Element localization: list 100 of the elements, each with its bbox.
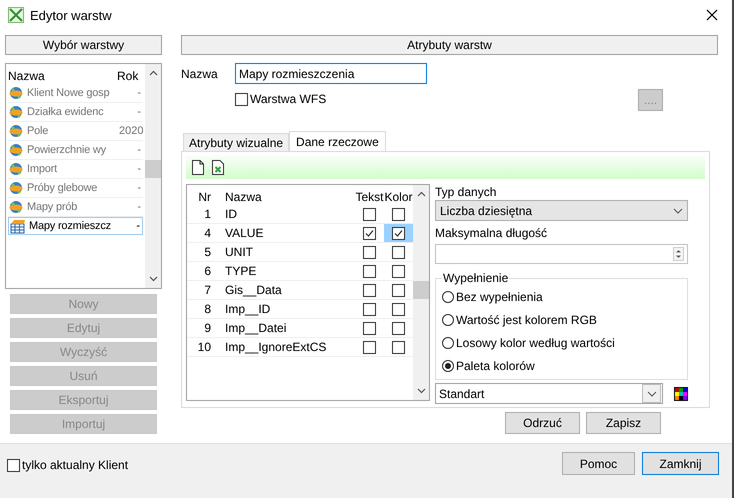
table-cell[interactable] bbox=[384, 224, 413, 242]
layer-name: Klient Nowe gosp bbox=[27, 87, 110, 99]
table-cell-text: Imp__ID bbox=[224, 302, 272, 316]
close-icon bbox=[706, 9, 718, 21]
table-icon bbox=[10, 218, 25, 234]
layer-name: Działka ewidenc bbox=[27, 106, 104, 118]
checkbox[interactable] bbox=[392, 284, 405, 296]
checkbox[interactable] bbox=[392, 208, 405, 220]
dropdown-icon bbox=[673, 208, 683, 214]
checkbox-label: Warstwa WFS bbox=[250, 92, 326, 106]
table-cell-text: 9 bbox=[203, 321, 211, 335]
layer-row[interactable]: Próby glebowe - bbox=[8, 179, 143, 198]
radio-label: Losowy kolor według wartości bbox=[456, 336, 615, 350]
table-cell-text: Imp__IgnoreExtCS bbox=[224, 340, 328, 354]
radio-label: Wartość jest kolorem RGB bbox=[456, 312, 597, 326]
checkbox[interactable] bbox=[392, 302, 405, 316]
column-header: Nr bbox=[197, 190, 211, 204]
dropdown-icon bbox=[646, 390, 656, 396]
action-button[interactable]: Zapisz bbox=[586, 412, 661, 434]
layer-year: - bbox=[136, 106, 142, 118]
column-header: Kolor bbox=[384, 189, 413, 205]
new-document-icon[interactable] bbox=[192, 160, 204, 174]
tab[interactable]: Atrybuty wizualne bbox=[183, 133, 290, 151]
check-icon bbox=[364, 228, 375, 238]
checkbox[interactable] bbox=[363, 340, 376, 354]
color-palette-icon[interactable] bbox=[674, 386, 688, 400]
layer-name: Import bbox=[27, 163, 58, 175]
tab[interactable]: Dane rzeczowe bbox=[289, 131, 386, 151]
globe-icon bbox=[9, 200, 23, 214]
globe-icon bbox=[9, 181, 23, 195]
scroll-thumb[interactable] bbox=[145, 160, 161, 178]
checkbox[interactable] bbox=[363, 246, 376, 258]
scroll-down-icon bbox=[416, 388, 426, 394]
wfs-checkbox[interactable] bbox=[235, 92, 248, 106]
dialog-button[interactable]: Pomoc bbox=[562, 452, 635, 475]
table-cell-text: Gis__Data bbox=[224, 283, 283, 297]
table-cell-text: Imp__Datei bbox=[224, 321, 288, 335]
radio-button[interactable] bbox=[442, 336, 454, 348]
number-field[interactable] bbox=[435, 244, 688, 264]
layer-year: - bbox=[136, 163, 142, 175]
layer-name: Mapy prób bbox=[27, 201, 78, 213]
delete-document-icon[interactable] bbox=[212, 160, 224, 174]
name-field[interactable]: Mapy rozmieszczenia bbox=[235, 63, 427, 84]
checkbox[interactable] bbox=[363, 226, 376, 240]
checkbox[interactable] bbox=[363, 284, 376, 296]
table-cell-text: ID bbox=[224, 207, 238, 221]
table-cell-text: 8 bbox=[203, 302, 211, 316]
checkbox[interactable] bbox=[363, 322, 376, 334]
globe-icon bbox=[9, 124, 23, 138]
column-header: Tekst bbox=[355, 189, 384, 205]
checkbox[interactable] bbox=[392, 226, 405, 240]
layer-year: 2020 bbox=[119, 125, 143, 137]
layer-year: - bbox=[135, 220, 141, 232]
layer-row[interactable]: Import - bbox=[8, 160, 143, 179]
check-icon bbox=[393, 228, 404, 238]
table-cell-text: TYPE bbox=[224, 264, 258, 278]
checkbox[interactable] bbox=[363, 264, 376, 278]
radio-button[interactable] bbox=[442, 360, 454, 372]
table-cell-text: 4 bbox=[203, 226, 211, 240]
layer-year: - bbox=[136, 144, 142, 156]
checkbox[interactable] bbox=[392, 264, 405, 278]
column-header: Rok bbox=[117, 68, 140, 82]
scrollbar[interactable] bbox=[145, 64, 161, 288]
scrollbar[interactable] bbox=[413, 185, 429, 400]
app-icon bbox=[8, 7, 24, 23]
section-header: Wybór warstwy bbox=[5, 35, 162, 55]
data-type-dropdown[interactable]: Liczba dziesiętna bbox=[435, 200, 688, 221]
radio-button[interactable] bbox=[442, 314, 454, 326]
checkbox[interactable] bbox=[392, 340, 405, 354]
field-label: Nazwa bbox=[181, 66, 219, 80]
layer-row[interactable]: Pole 2020 bbox=[8, 122, 143, 141]
layer-row[interactable]: Klient Nowe gosp - bbox=[8, 84, 143, 103]
table-cell-text: 5 bbox=[203, 245, 211, 259]
dialog-button[interactable]: Zamknij bbox=[642, 452, 719, 475]
checkbox[interactable] bbox=[363, 208, 376, 220]
table-cell-text: 10 bbox=[196, 340, 211, 354]
spinner-icon[interactable] bbox=[673, 247, 684, 261]
scroll-thumb[interactable] bbox=[413, 281, 429, 299]
field-label: Typ danych bbox=[435, 185, 498, 199]
palette-dropdown[interactable]: Standart bbox=[435, 383, 663, 404]
column-header: Nazwa bbox=[8, 68, 46, 82]
table-cell-text: 7 bbox=[203, 283, 211, 297]
checkbox[interactable] bbox=[392, 322, 405, 334]
action-button[interactable]: Odrzuć bbox=[505, 412, 580, 434]
client-checkbox[interactable] bbox=[7, 458, 20, 472]
group-label: Wypełnienie bbox=[442, 271, 510, 285]
layer-row[interactable]: Mapy rozmieszcz - bbox=[8, 217, 143, 235]
checkbox[interactable] bbox=[392, 246, 405, 258]
layer-name: Powierzchnie wy bbox=[27, 144, 107, 156]
checkbox[interactable] bbox=[363, 302, 376, 316]
globe-icon bbox=[9, 86, 23, 100]
layer-row[interactable]: Powierzchnie wy - bbox=[8, 141, 143, 160]
layer-name: Pole bbox=[27, 125, 50, 137]
layer-list[interactable]: Nazwa Rok Klient Nowe gosp - Działka ewidenc - Pole 2020 Powierzchnie wy - Import - Próby glebowe - Mapy prób - Mapy rozmieszcz - bbox=[5, 63, 162, 289]
layer-row[interactable]: Mapy prób - bbox=[8, 198, 143, 217]
checkbox-label: tylko aktualny Klient bbox=[22, 458, 128, 472]
radio-button[interactable] bbox=[442, 290, 454, 302]
layer-row[interactable]: Działka ewidenc - bbox=[8, 103, 143, 122]
globe-icon bbox=[9, 143, 23, 157]
table-cell-text: 6 bbox=[203, 264, 211, 278]
